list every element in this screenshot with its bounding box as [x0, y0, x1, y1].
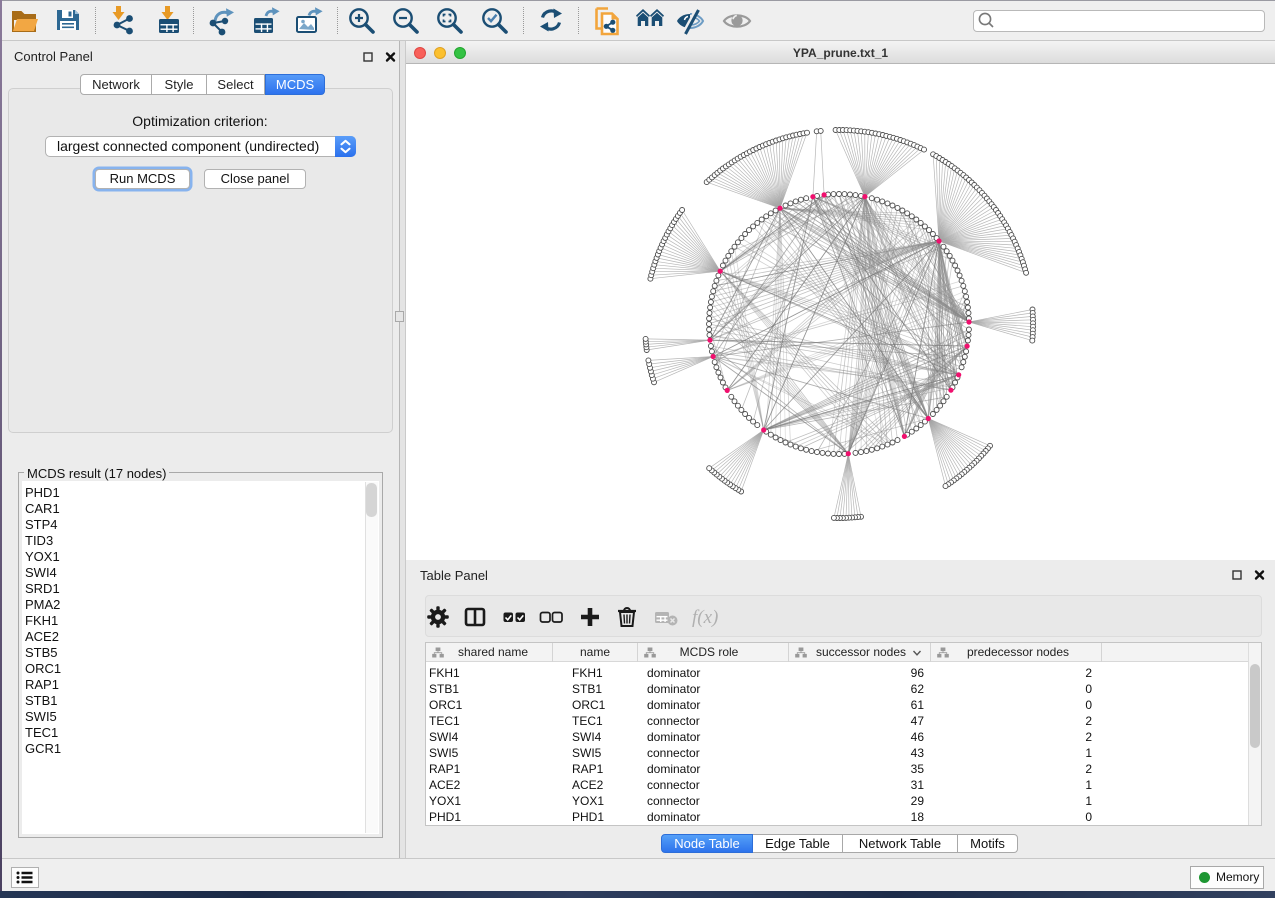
- svg-text:f(x): f(x): [692, 607, 718, 628]
